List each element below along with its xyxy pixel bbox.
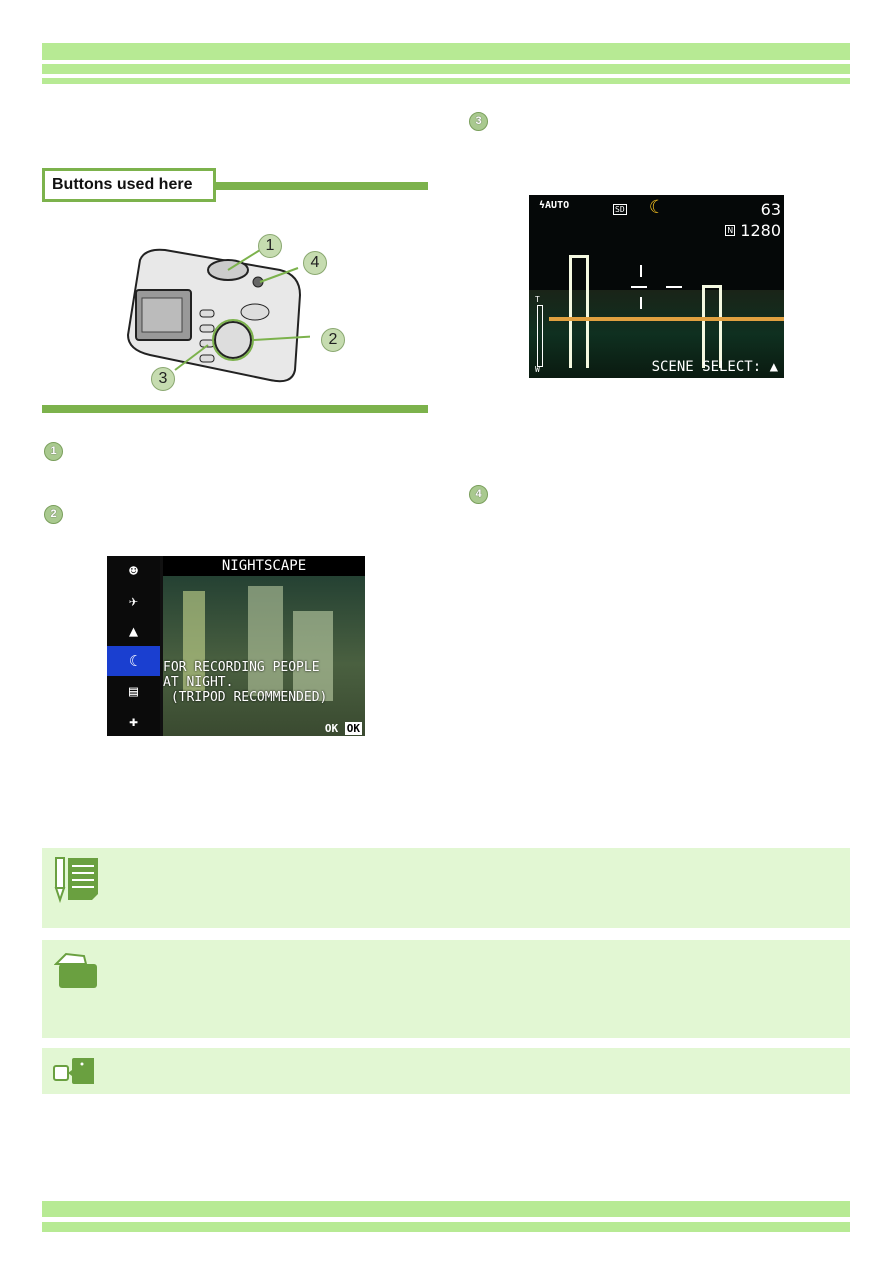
step-badge: 2: [44, 505, 63, 524]
zoom-bar: [537, 305, 543, 367]
memo-box: [42, 848, 850, 928]
step-badge: 4: [469, 485, 488, 504]
scene-title: NIGHTSCAPE: [163, 556, 365, 576]
footer-band: [42, 1222, 850, 1232]
image-size: 1280: [740, 221, 781, 240]
section-rule: [42, 405, 428, 413]
step-badge: 1: [44, 442, 63, 461]
buttons-used-heading: Buttons used here: [42, 168, 216, 202]
footer-band: [42, 1201, 850, 1217]
quality-icon: N: [725, 225, 736, 236]
scene-select-hint: SCENE SELECT: ▲: [651, 359, 778, 375]
scene-description: AT NIGHT.: [163, 675, 234, 690]
callout-3: 3: [151, 367, 175, 391]
scene-description-block: FOR RECORDING PEOPLE AT NIGHT. (TRIPOD R…: [163, 660, 327, 705]
header-band: [42, 43, 850, 60]
text-icon: ▤: [128, 682, 139, 700]
sd-card-icon: SD: [613, 204, 627, 215]
scene-menu-screen: ☻ ✈ ▲ ☾ ▤ ✚ NIGHTSCAPE FOR RECORDING PEO…: [107, 556, 365, 736]
ok-key[interactable]: OK: [344, 722, 362, 735]
shooting-screen: ϟAUTO SD ☾ 63 N 1280 T W SCENE SELECT: ▲: [529, 195, 784, 378]
header-band: [42, 78, 850, 84]
section-rule: [214, 182, 428, 190]
callout-1: 1: [258, 234, 282, 258]
zoom-tele-label: T: [535, 295, 540, 304]
sports-icon: ✈: [128, 592, 139, 610]
manual-page: 1 2 3 4 Buttons used here 1 2 3 4 ☻ ✈ ▲ …: [0, 0, 893, 1263]
ok-label: OK: [324, 722, 339, 735]
portrait-icon: ☻: [128, 562, 139, 580]
scene-description: FOR RECORDING PEOPLE: [163, 660, 320, 675]
reference-box: [42, 940, 850, 1038]
nightscape-icon[interactable]: ☾: [107, 646, 160, 676]
landscape-icon: ▲: [128, 622, 139, 640]
see-also-box: [42, 1048, 850, 1094]
callout-2: 2: [321, 328, 345, 352]
nightscape-mode-icon: ☾: [649, 197, 660, 218]
memo-icon: [54, 857, 98, 904]
camera-illustration: [126, 248, 310, 383]
scene-description: (TRIPOD RECOMMENDED): [163, 690, 328, 705]
zoom-wide-label: W: [535, 365, 540, 374]
see-also-icon: [53, 1058, 94, 1084]
scene-icon-column: ☻ ✈ ▲ ☾ ▤ ✚: [107, 556, 160, 736]
header-band: [42, 64, 850, 74]
flash-auto-indicator: ϟAUTO: [539, 200, 570, 211]
step-badge: 3: [469, 112, 488, 131]
callout-4: 4: [303, 251, 327, 275]
scene-preview: NIGHTSCAPE FOR RECORDING PEOPLE AT NIGHT…: [163, 556, 365, 736]
reference-icon: [54, 952, 97, 988]
remaining-shots: 63: [760, 200, 781, 219]
high-sensitivity-icon: ✚: [128, 712, 139, 730]
focus-frame: [666, 286, 682, 288]
